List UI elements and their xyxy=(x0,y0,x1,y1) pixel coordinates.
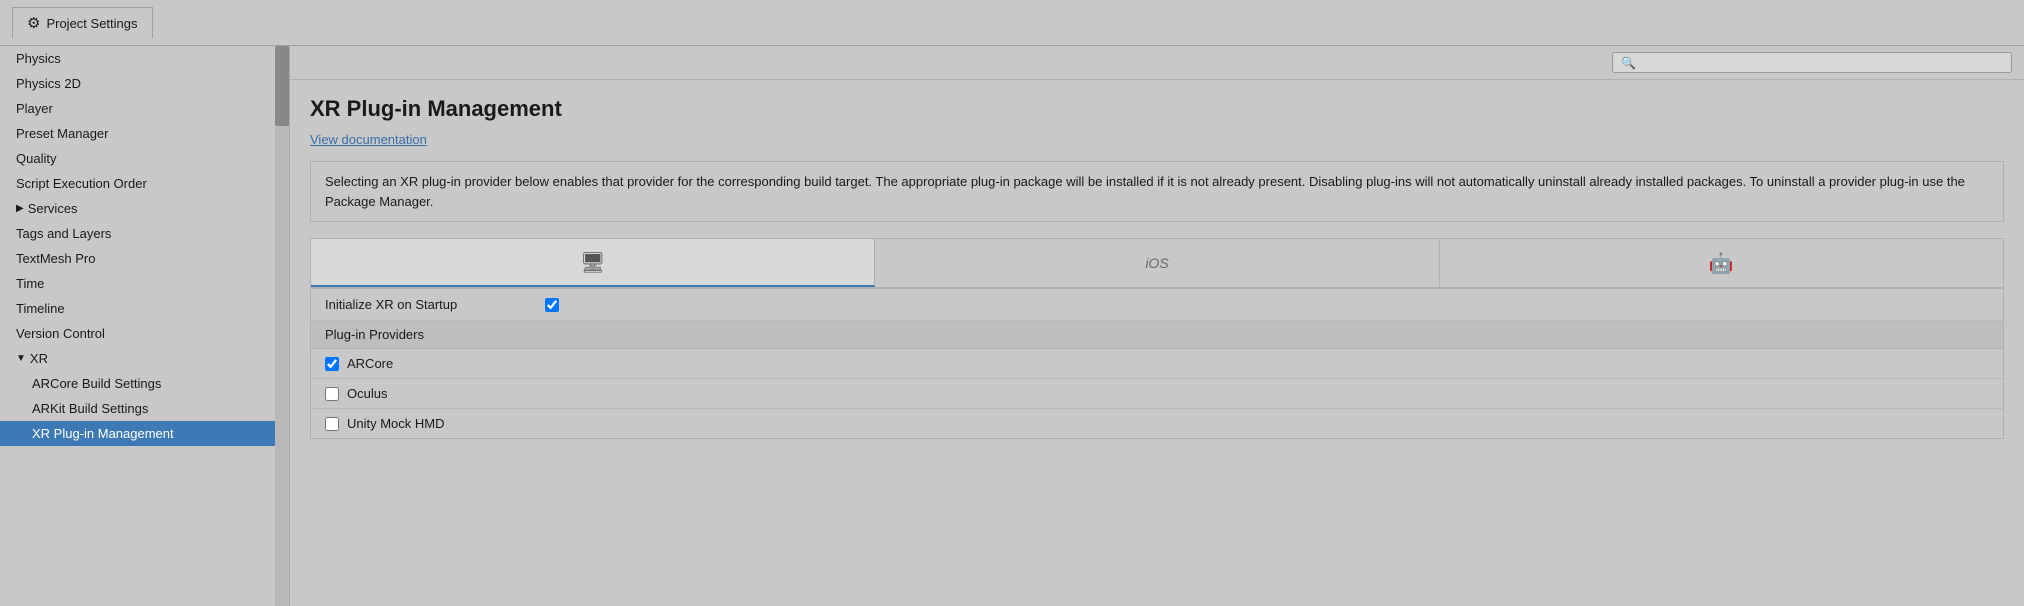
info-box: Selecting an XR plug-in provider below e… xyxy=(310,161,2004,222)
unitymockhmd-label: Unity Mock HMD xyxy=(347,416,445,431)
sidebar-item-xr[interactable]: ▼ XR xyxy=(0,346,289,371)
platform-tabs: 🖥 iOS 🤖 xyxy=(310,238,2004,288)
main-layout: Physics Physics 2D Player Preset Manager Qua… xyxy=(0,46,2024,606)
sidebar-item-timeline[interactable]: Timeline xyxy=(0,296,289,321)
sidebar-item-time[interactable]: Time xyxy=(0,271,289,296)
search-input-wrapper[interactable]: 🔍 xyxy=(1612,52,2012,73)
ios-label: iOS xyxy=(1145,255,1168,271)
tab-desktop[interactable]: 🖥 xyxy=(311,239,875,287)
sidebar-item-quality[interactable]: Quality xyxy=(0,146,289,171)
init-xr-checkbox[interactable] xyxy=(545,298,559,312)
plugin-providers-header: Plug-in Providers xyxy=(311,321,2003,349)
sidebar-item-label-physics: Physics xyxy=(16,51,61,66)
init-xr-label: Initialize XR on Startup xyxy=(325,297,545,312)
sidebar-item-label-time: Time xyxy=(16,276,44,291)
sidebar-item-label-arcore: ARCore Build Settings xyxy=(32,376,161,391)
sidebar-item-label-quality: Quality xyxy=(16,151,56,166)
oculus-checkbox[interactable] xyxy=(325,387,339,401)
gear-icon: ⚙ xyxy=(27,14,40,32)
arrow-icon: ▶ xyxy=(16,203,24,214)
sidebar-item-physics[interactable]: Physics xyxy=(0,46,289,71)
sidebar-item-label-timeline: Timeline xyxy=(16,301,65,316)
arcore-label: ARCore xyxy=(347,356,393,371)
sidebar-item-presetmanager[interactable]: Preset Manager xyxy=(0,121,289,146)
sidebar-item-label-textmeshpro: TextMesh Pro xyxy=(16,251,95,266)
sidebar-scroll-thumb[interactable] xyxy=(275,46,289,126)
content-body: XR Plug-in Management View documentation… xyxy=(290,80,2024,606)
sidebar-item-arcore[interactable]: ARCore Build Settings xyxy=(0,371,289,396)
sidebar-item-player[interactable]: Player xyxy=(0,96,289,121)
sidebar-item-versioncontrol[interactable]: Version Control xyxy=(0,321,289,346)
sidebar-item-tagsandlayers[interactable]: Tags and Layers xyxy=(0,221,289,246)
arrow-icon: ▼ xyxy=(16,353,26,364)
content-area: 🔍 XR Plug-in Management View documentati… xyxy=(290,46,2024,606)
info-text: Selecting an XR plug-in provider below e… xyxy=(325,174,1965,209)
plugin-row-arcore: ARCore xyxy=(311,349,2003,379)
sidebar-item-label-physics2d: Physics 2D xyxy=(16,76,81,91)
sidebar-item-services[interactable]: ▶ Services xyxy=(0,196,289,221)
init-xr-row: Initialize XR on Startup xyxy=(311,289,2003,321)
arcore-checkbox[interactable] xyxy=(325,357,339,371)
sidebar-item-label-tagsandlayers: Tags and Layers xyxy=(16,226,111,241)
doc-link[interactable]: View documentation xyxy=(310,132,427,147)
desktop-icon: 🖥 xyxy=(580,250,605,275)
sidebar: Physics Physics 2D Player Preset Manager Qua… xyxy=(0,46,290,606)
tab-android[interactable]: 🤖 xyxy=(1440,239,2003,287)
sidebar-item-scriptexecution[interactable]: Script Execution Order xyxy=(0,171,289,196)
plugin-providers-section: Plug-in Providers ARCore Oculus Unity Mo… xyxy=(311,321,2003,438)
sidebar-scrollbar[interactable] xyxy=(275,46,289,606)
sidebar-item-textmeshpro[interactable]: TextMesh Pro xyxy=(0,246,289,271)
window-title: Project Settings xyxy=(46,16,137,31)
plugin-row-oculus: Oculus xyxy=(311,379,2003,409)
sidebar-item-label-arkit: ARKit Build Settings xyxy=(32,401,148,416)
unitymockhmd-checkbox[interactable] xyxy=(325,417,339,431)
title-bar: ⚙ Project Settings xyxy=(0,0,2024,46)
sidebar-item-arkit[interactable]: ARKit Build Settings xyxy=(0,396,289,421)
sidebar-item-label-scriptexecution: Script Execution Order xyxy=(16,176,147,191)
oculus-label: Oculus xyxy=(347,386,387,401)
sidebar-item-label-player: Player xyxy=(16,101,53,116)
sidebar-item-physics2d[interactable]: Physics 2D xyxy=(0,71,289,96)
android-icon: 🤖 xyxy=(1709,251,1734,276)
search-input[interactable] xyxy=(1640,55,2003,70)
page-title: XR Plug-in Management xyxy=(310,96,2004,122)
plugin-row-unitymockhmd: Unity Mock HMD xyxy=(311,409,2003,438)
search-icon: 🔍 xyxy=(1621,56,1636,70)
sidebar-item-label-xr: XR xyxy=(30,351,48,366)
sidebar-item-label-presetmanager: Preset Manager xyxy=(16,126,109,141)
tab-ios[interactable]: iOS xyxy=(875,239,1439,287)
sidebar-item-xrplugin[interactable]: XR Plug-in Management xyxy=(0,421,289,446)
search-bar-row: 🔍 xyxy=(290,46,2024,80)
title-bar-tab[interactable]: ⚙ Project Settings xyxy=(12,7,153,38)
sidebar-item-label-services: Services xyxy=(28,201,78,216)
settings-section: Initialize XR on Startup Plug-in Provide… xyxy=(310,288,2004,439)
sidebar-item-label-versioncontrol: Version Control xyxy=(16,326,105,341)
sidebar-item-label-xrplugin: XR Plug-in Management xyxy=(32,426,174,441)
